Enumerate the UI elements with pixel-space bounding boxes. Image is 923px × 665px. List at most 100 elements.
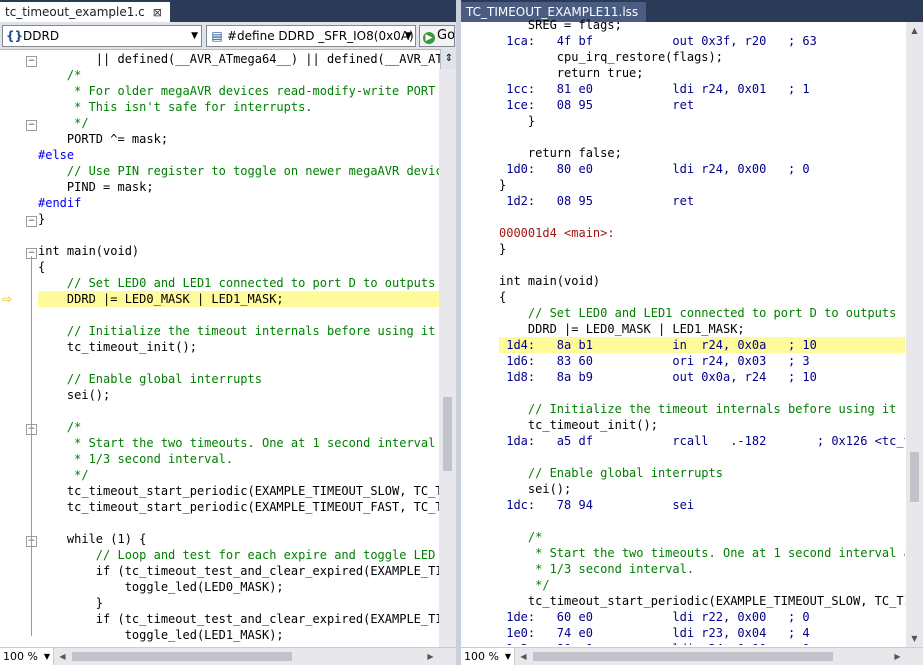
- left-code-line: [38, 403, 440, 419]
- right-code-line: 1d4: 8a b1 in r24, 0x0a ; 10: [499, 337, 905, 353]
- left-vertical-scrollbar[interactable]: [439, 69, 456, 647]
- left-code-line: toggle_led(LED1_MASK);: [38, 628, 284, 642]
- left-code-line: // Loop and test for each expire and tog…: [38, 548, 436, 562]
- zoom-dropdown[interactable]: 100 % ▼: [461, 648, 515, 665]
- scope-value: DDRD: [23, 29, 60, 43]
- right-code-line: return true;: [499, 66, 644, 80]
- fold-toggle-icon[interactable]: −: [26, 120, 37, 131]
- right-code-line: 1ca: 4f bf out 0x3f, r20 ; 63: [499, 34, 817, 48]
- left-code-line: toggle_led(LED0_MASK);: [38, 580, 284, 594]
- left-code-line: }: [38, 212, 46, 226]
- right-code-line: tc_timeout_start_periodic(EXAMPLE_TIMEOU…: [499, 594, 905, 608]
- right-code-line: {: [499, 290, 507, 304]
- left-code-line: [38, 515, 440, 531]
- current-line-arrow-icon: ⇨: [2, 292, 13, 306]
- source-editor-pane: tc_timeout_example1.c ⊠ {}DDRD ▼ ▤ #define…: [0, 0, 456, 665]
- left-code-line: * This isn't safe for interrupts.: [38, 100, 313, 114]
- left-code-line: tc_timeout_start_periodic(EXAMPLE_TIMEOU…: [38, 484, 440, 498]
- scope-dropdown[interactable]: {}DDRD ▼: [2, 25, 202, 47]
- right-code-line: [499, 513, 905, 529]
- right-status-bar: 100 % ▼ ◀ ▶: [461, 647, 923, 665]
- navigation-bar: {}DDRD ▼ ▤ #define DDRD _SFR_IO8(0x0A) ▼ …: [0, 22, 456, 50]
- left-code-line: while (1) {: [38, 532, 147, 546]
- right-code-line: 1d0: 80 e0 ldi r24, 0x00 ; 0: [499, 162, 810, 176]
- right-code-line: cpu_irq_restore(flags);: [499, 50, 723, 64]
- listing-code-area[interactable]: SREG = flags; 1ca: 4f bf out 0x3f, r20 ;…: [499, 17, 905, 645]
- left-code-line: DDRD |= LED0_MASK | LED1_MASK;: [38, 291, 440, 307]
- right-code-line: // Enable global interrupts: [499, 466, 723, 480]
- left-code-line: if (tc_timeout_test_and_clear_expired(EX…: [38, 564, 440, 578]
- chevron-down-icon: ▼: [43, 652, 50, 661]
- hscroll-thumb[interactable]: [533, 652, 833, 661]
- left-horizontal-scrollbar[interactable]: ◀ ▶: [54, 648, 439, 665]
- right-code-line: 1cc: 81 e0 ldi r24, 0x01 ; 1: [499, 82, 810, 96]
- right-code-line: [499, 209, 905, 225]
- editor-gutter: − − − − − − ⇨: [0, 50, 37, 647]
- scroll-right-icon[interactable]: ▶: [422, 648, 439, 665]
- right-code-line: [499, 385, 905, 401]
- scroll-left-icon[interactable]: ◀: [54, 648, 71, 665]
- left-code-line: * For older megaAVR devices read-modify-…: [38, 84, 440, 98]
- tab-source-file[interactable]: tc_timeout_example1.c ⊠: [0, 2, 170, 22]
- right-code-line: 000001d4 <main>:: [499, 226, 615, 240]
- right-code-line: SREG = flags;: [499, 18, 622, 32]
- scrollbar-thumb[interactable]: [910, 452, 919, 502]
- left-code-line: sei();: [38, 388, 111, 402]
- left-code-line: // Enable global interrupts: [38, 372, 262, 386]
- right-code-line: }: [499, 114, 536, 128]
- right-code-line: 1d8: 8a b9 out 0x0a, r24 ; 10: [499, 370, 817, 384]
- right-code-line: // Set LED0 and LED1 connected to port D…: [499, 306, 897, 320]
- split-window-icon[interactable]: ⇕: [440, 49, 456, 69]
- right-code-line: * 1/3 second interval.: [499, 562, 695, 576]
- right-code-line: 1e2: 80 e0 ldi r24, 0x00 ; 0: [499, 641, 905, 645]
- close-icon[interactable]: ⊠: [153, 6, 162, 19]
- left-code-line: int main(void): [38, 244, 140, 258]
- chevron-down-icon: ▼: [191, 31, 198, 41]
- left-code-line: tc_timeout_start_periodic(EXAMPLE_TIMEOU…: [38, 500, 440, 514]
- scrollbar-thumb[interactable]: [443, 397, 452, 471]
- right-code-line: }: [499, 178, 507, 192]
- left-code-line: [38, 355, 440, 371]
- right-code-line: // Initialize the timeout internals befo…: [499, 402, 897, 416]
- left-code-line: {: [38, 260, 46, 274]
- left-status-bar: 100 % ▼ ◀ ▶: [0, 647, 456, 665]
- chevron-down-icon: ▼: [504, 652, 511, 661]
- right-code-line: tc_timeout_init();: [499, 418, 658, 432]
- left-code-line: /*: [38, 420, 82, 434]
- left-tab-bar: tc_timeout_example1.c ⊠: [0, 0, 456, 22]
- left-code-line: // Set LED0 and LED1 connected to port D…: [38, 276, 436, 290]
- fold-guide: [31, 256, 32, 636]
- right-horizontal-scrollbar[interactable]: ◀ ▶: [515, 648, 906, 665]
- right-code-line: 1d6: 83 60 ori r24, 0x03 ; 3: [499, 354, 810, 368]
- right-code-line: }: [499, 242, 507, 256]
- go-button[interactable]: ▶ Go: [419, 25, 455, 47]
- right-vertical-scrollbar[interactable]: ▲ ▼: [906, 22, 923, 647]
- right-code-line: [499, 257, 905, 273]
- fold-toggle-icon[interactable]: −: [26, 216, 37, 227]
- left-code-line: || defined(__AVR_ATmega64__) || defined(…: [38, 52, 440, 66]
- right-code-line: sei();: [499, 482, 572, 496]
- scroll-right-icon[interactable]: ▶: [889, 648, 906, 665]
- hscroll-thumb[interactable]: [72, 652, 292, 661]
- member-value: #define DDRD _SFR_IO8(0x0A): [227, 29, 414, 43]
- left-code-line: PIND = mask;: [38, 180, 154, 194]
- right-code-line: [499, 449, 905, 465]
- left-code-line: #endif: [38, 196, 82, 210]
- scroll-left-icon[interactable]: ◀: [515, 648, 532, 665]
- left-code-line: */: [38, 468, 89, 482]
- left-code-line: // Initialize the timeout internals befo…: [38, 324, 436, 338]
- scroll-down-icon[interactable]: ▼: [906, 630, 923, 647]
- source-code-area[interactable]: || defined(__AVR_ATmega64__) || defined(…: [38, 51, 440, 646]
- left-code-line: /*: [38, 68, 82, 82]
- scroll-up-icon[interactable]: ▲: [906, 22, 923, 39]
- right-code-line: 1de: 60 e0 ldi r22, 0x00 ; 0: [499, 610, 810, 624]
- right-code-line: int main(void): [499, 274, 601, 288]
- zoom-dropdown[interactable]: 100 % ▼: [0, 648, 54, 665]
- fold-toggle-icon[interactable]: −: [26, 56, 37, 67]
- right-code-line: 1e0: 74 e0 ldi r23, 0x04 ; 4: [499, 626, 810, 640]
- left-code-line: #else: [38, 148, 75, 162]
- left-code-line: PORTD ^= mask;: [38, 132, 169, 146]
- member-dropdown[interactable]: ▤ #define DDRD _SFR_IO8(0x0A) ▼: [206, 25, 416, 47]
- zoom-value: 100 %: [464, 650, 499, 663]
- right-code-line: 1dc: 78 94 sei: [499, 498, 695, 512]
